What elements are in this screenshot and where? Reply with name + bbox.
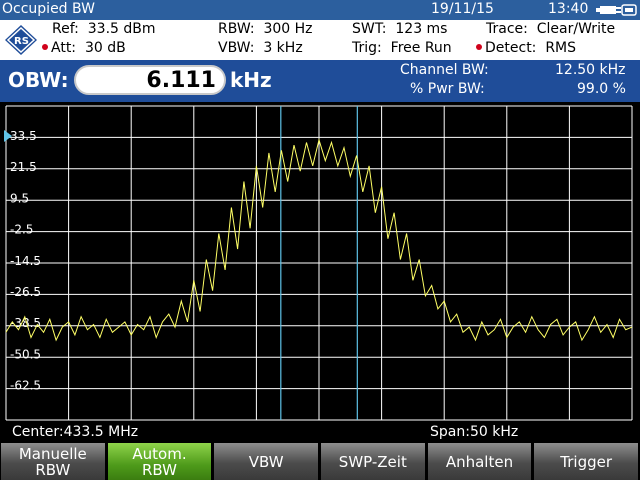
date-display: 19/11/15 [431, 1, 494, 17]
ref-level-value: 33.5 dBm [87, 21, 156, 37]
span-value[interactable]: Span:50 kHz [430, 424, 518, 440]
softkey-label: Trigger [560, 452, 613, 471]
sweep-time[interactable]: SWT: 123 ms [352, 21, 447, 37]
y-tick-label: -2.5 [10, 223, 33, 237]
softkey-bar: Manuelle RBW Autom. RBW VBW SWP-Zeit Anhalten T… [0, 442, 640, 480]
vbw-value: 3 kHz [263, 40, 303, 56]
y-tick-label: 9.5 [10, 191, 29, 205]
svg-text:RS: RS [14, 36, 29, 47]
spectrum-plot[interactable]: 33.5 21.5 9.5 -2.5 -14.5 -26.5 -38.5 -50.5 -62.5 [0, 102, 640, 424]
vbw-setting[interactable]: VBW: 3 kHz [218, 40, 303, 56]
y-tick-label: -50.5 [10, 347, 41, 361]
status-dot-icon [42, 44, 48, 50]
ref-level[interactable]: Ref: 33.5 dBm [52, 21, 156, 37]
softkey-1[interactable]: Manuelle RBW [1, 443, 106, 480]
softkey-label-line2: RBW [35, 460, 71, 479]
detector-value: RMS [545, 40, 577, 56]
y-tick-label: -14.5 [10, 254, 41, 268]
rbw-value: 300 Hz [263, 21, 313, 37]
sweep-time-value: 123 ms [395, 21, 448, 37]
attenuation-value: 30 dB [84, 40, 126, 56]
obw-label: OBW: [8, 68, 69, 92]
y-tick-label: -62.5 [10, 379, 41, 393]
settings-panel: RS Ref: 33.5 dBm Att: 30 dB RBW: 300 Hz … [0, 20, 640, 60]
obw-value: 6.111 [146, 68, 216, 93]
y-tick-label: 21.5 [10, 160, 37, 174]
softkey-label: VBW [248, 452, 284, 471]
pwr-bw-label: % Pwr BW: [410, 81, 485, 97]
grid [5, 105, 633, 421]
softkey-label: Anhalten [445, 452, 514, 471]
detector-setting[interactable]: Detect: RMS [476, 40, 576, 56]
rbw-setting[interactable]: RBW: 300 Hz [218, 21, 313, 37]
title-bar: Occupied BW 19/11/15 13:40 [0, 0, 640, 20]
y-tick-label: -26.5 [10, 285, 41, 299]
channel-bw-label: Channel BW: [400, 62, 489, 78]
pwr-bw-value[interactable]: 99.0 % [577, 81, 626, 97]
softkey-5[interactable]: Anhalten [427, 443, 533, 480]
softkey-label: Manuelle [18, 444, 87, 463]
time-display: 13:40 [548, 1, 589, 17]
y-tick-label: 33.5 [10, 129, 37, 143]
power-plug-icon [596, 4, 637, 16]
spectrum-display[interactable]: 33.521.59.5-2.5-14.5-26.5-38.5-50.5-62.5 [0, 102, 640, 424]
softkey-label: SWP-Zeit [338, 452, 407, 471]
obw-value-box: 6.111 [74, 65, 226, 95]
trace-mode-value: Clear/Write [536, 21, 616, 37]
status-dot-icon [476, 44, 482, 50]
softkey-3[interactable]: VBW [214, 443, 319, 480]
trace-setting[interactable]: Trace: Clear/Write [486, 21, 615, 37]
axis-footer: Center:433.5 MHz Span:50 kHz [0, 424, 640, 442]
mode-title: Occupied BW [2, 1, 95, 17]
rs-logo-icon: RS [5, 25, 37, 55]
obw-result-bar: OBW: 6.111 kHz Channel BW: 12.50 kHz % P… [0, 60, 640, 102]
trigger-value: Free Run [390, 40, 452, 56]
softkey-4[interactable]: SWP-Zeit [321, 443, 426, 480]
channel-bw-value[interactable]: 12.50 kHz [555, 62, 626, 78]
softkey-6[interactable]: Trigger [534, 443, 639, 480]
attenuation[interactable]: Att: 30 dB [42, 40, 126, 56]
softkey-2[interactable]: Autom. RBW [107, 443, 213, 480]
trigger-setting[interactable]: Trig: Free Run [352, 40, 452, 56]
obw-unit: kHz [230, 68, 272, 92]
center-frequency[interactable]: Center:433.5 MHz [12, 424, 138, 440]
y-axis-labels: 33.521.59.5-2.5-14.5-26.5-38.5-50.5-62.5 [10, 129, 41, 393]
softkey-label: Autom. [132, 444, 187, 463]
softkey-label-line2: RBW [141, 460, 177, 479]
